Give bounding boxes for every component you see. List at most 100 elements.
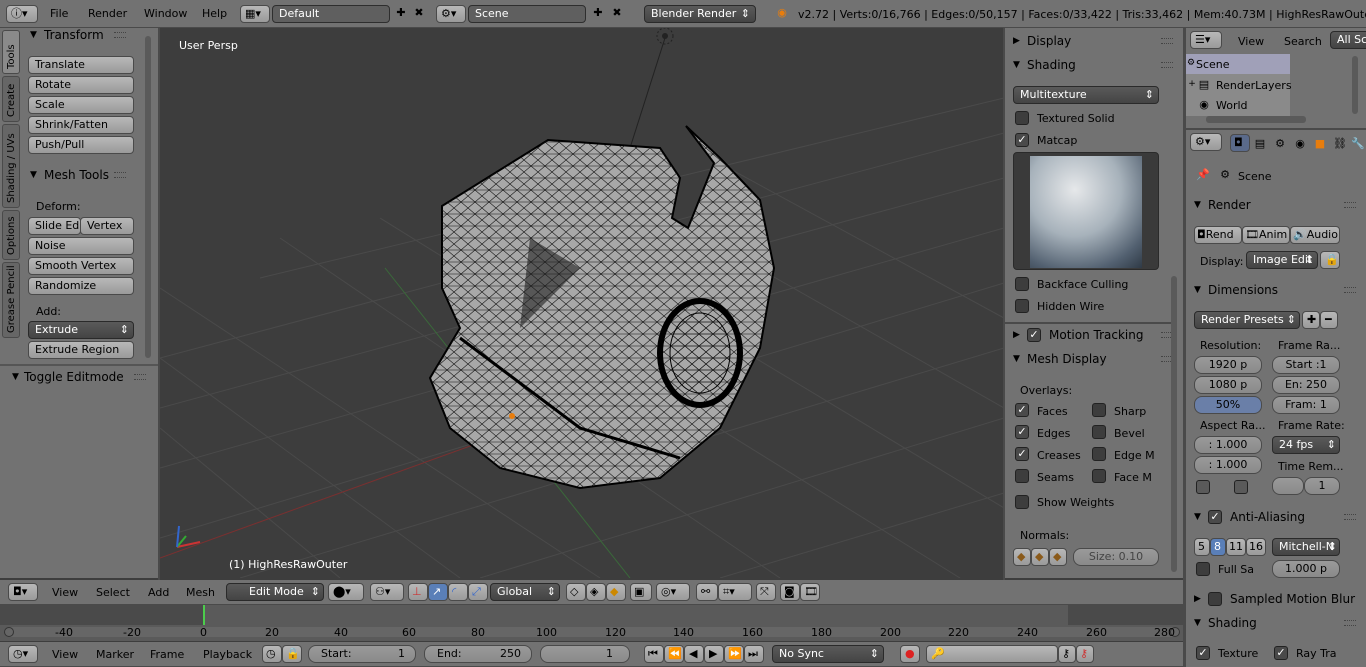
properties-editor-icon[interactable]: ⚙▾ — [1190, 133, 1222, 151]
tab-create[interactable]: Create — [2, 76, 20, 122]
motion-tracking-checkbox[interactable]: ✓ — [1027, 328, 1041, 342]
timeline-scrollbar[interactable] — [4, 627, 1180, 637]
marker-menu[interactable]: Marker — [96, 648, 134, 661]
keying-set-select[interactable]: 🔑 — [926, 645, 1058, 663]
view-menu[interactable]: View — [52, 586, 78, 599]
tab-options[interactable]: Options — [2, 210, 20, 260]
outliner-vscrollbar[interactable] — [1352, 56, 1358, 114]
edges-checkbox[interactable]: ✓ — [1015, 425, 1029, 439]
constraints-tab-icon[interactable]: ⛓ — [1332, 137, 1348, 150]
translate-manipulator[interactable]: ↗ — [428, 583, 448, 601]
viewport-3d[interactable]: User Persp (1) HighResRawOuter — [160, 28, 1004, 578]
shading-mode-select[interactable]: Multitexture ⇕ — [1013, 86, 1159, 104]
render-display-select[interactable]: Image Edit ⇕ — [1246, 251, 1318, 269]
extrude-select[interactable]: Extrude ⇕ — [28, 321, 134, 339]
snap-toggle[interactable]: ⚯ — [696, 583, 718, 601]
remove-preset-button[interactable]: ━ — [1320, 311, 1338, 329]
normals-vertex-button[interactable]: ◆ — [1013, 548, 1031, 566]
end-frame-field[interactable]: End: 250 — [424, 645, 532, 663]
textured-solid-checkbox[interactable] — [1015, 111, 1029, 125]
extrude-region-button[interactable]: Extrude Region — [28, 341, 134, 359]
add-preset-button[interactable]: ✚ — [1302, 311, 1320, 329]
current-frame-indicator[interactable] — [203, 605, 205, 625]
render-opengl-anim[interactable]: 🎞 — [800, 583, 820, 601]
dimensions-panel-header[interactable]: ▼ Dimensions — [1186, 279, 1366, 301]
render-audio-button[interactable]: 🔊Audio — [1290, 226, 1340, 244]
remove-layout-icon[interactable]: ✖ — [412, 6, 426, 19]
translate-button[interactable]: Translate — [28, 56, 134, 74]
scene-tab-icon[interactable]: ⚙ — [1272, 137, 1288, 150]
drag-grip-icon[interactable] — [1344, 514, 1356, 520]
aspect-x-field[interactable]: : 1.000 — [1194, 436, 1262, 454]
object-tab-icon[interactable]: ■ — [1312, 137, 1328, 150]
jump-end-button[interactable]: ⏭ — [744, 645, 764, 663]
lock-time-cursor-icon[interactable]: 🔒 — [282, 645, 302, 663]
add-layout-icon[interactable]: ✚ — [394, 6, 408, 19]
edge-select-mode[interactable]: ◈ — [586, 583, 606, 601]
aa-samples-5[interactable]: 5 — [1194, 538, 1210, 556]
render-anim-button[interactable]: 🎞Anim — [1242, 226, 1290, 244]
smooth-vertex-button[interactable]: Smooth Vertex — [28, 257, 134, 275]
drag-grip-icon[interactable] — [1344, 620, 1356, 626]
preview-range-toggle[interactable]: ◷ — [262, 645, 282, 663]
vertex-slide-button[interactable]: Vertex — [80, 217, 134, 235]
timeline-area[interactable] — [0, 605, 1186, 641]
backface-culling-checkbox[interactable] — [1015, 277, 1029, 291]
aa-samples-16[interactable]: 16 — [1246, 538, 1266, 556]
proportional-editing-select[interactable]: ◎▾ — [656, 583, 690, 601]
aspect-y-field[interactable]: : 1.000 — [1194, 456, 1262, 474]
tab-grease-pencil[interactable]: Grease Pencil — [2, 262, 20, 338]
faces-checkbox[interactable]: ✓ — [1015, 403, 1029, 417]
render-context-tab[interactable]: ◘ — [1230, 134, 1250, 152]
scene-field[interactable]: Scene — [468, 5, 586, 23]
drag-grip-icon[interactable] — [134, 374, 146, 380]
normals-loop-button[interactable]: ◆ — [1031, 548, 1049, 566]
limit-selection-visible[interactable]: ▣ — [630, 583, 652, 601]
toggle-editmode-header[interactable]: ▼ Toggle Editmode — [0, 366, 156, 388]
face-m-checkbox[interactable] — [1092, 469, 1106, 483]
noise-button[interactable]: Noise — [28, 237, 134, 255]
tool-shelf-scrollbar[interactable] — [145, 36, 151, 358]
play-button[interactable]: ▶ — [704, 645, 724, 663]
manipulator-toggle[interactable]: ⊥ — [408, 583, 428, 601]
ray-trace-checkbox[interactable]: ✓ — [1274, 646, 1288, 660]
jump-start-button[interactable]: ⏮ — [644, 645, 664, 663]
timeline-view-menu[interactable]: View — [52, 648, 78, 661]
anti-aliasing-header[interactable]: ▼ ✓ Anti-Aliasing — [1186, 506, 1366, 528]
render-panel-header[interactable]: ▼ Render — [1186, 194, 1366, 216]
scale-manipulator[interactable]: ⤢ — [468, 583, 488, 601]
remove-scene-icon[interactable]: ✖ — [610, 6, 624, 19]
snap-options-button[interactable]: ⤧ — [756, 583, 776, 601]
drag-grip-icon[interactable] — [1161, 38, 1173, 44]
drag-grip-icon[interactable] — [1161, 62, 1173, 68]
scene-icon-button[interactable]: ⚙▾ — [436, 5, 466, 23]
outliner-search-menu[interactable]: Search — [1284, 35, 1322, 48]
frame-end-field[interactable]: En: 250 — [1272, 376, 1340, 394]
push-pull-button[interactable]: Push/Pull — [28, 136, 134, 154]
outliner-display-select[interactable]: All Sc — [1330, 31, 1366, 49]
bevel-checkbox[interactable] — [1092, 425, 1106, 439]
creases-checkbox[interactable]: ✓ — [1015, 447, 1029, 461]
frame-rate-select[interactable]: 24 fps ⇕ — [1272, 436, 1340, 454]
tab-shading-uvs[interactable]: Shading / UVs — [2, 124, 20, 208]
outliner-item-world[interactable]: World — [1216, 99, 1248, 112]
snap-element-select[interactable]: ⌗▾ — [718, 583, 752, 601]
drag-grip-icon[interactable] — [114, 32, 126, 38]
pivot-point-select[interactable]: ⚇▾ — [370, 583, 404, 601]
insert-keyframe-button[interactable]: ⚷ — [1058, 645, 1076, 663]
play-reverse-button[interactable]: ◀ — [684, 645, 704, 663]
layout-field[interactable]: Default — [272, 5, 390, 23]
delete-keyframe-button[interactable]: ⚷ — [1076, 645, 1094, 663]
show-weights-checkbox[interactable] — [1015, 495, 1029, 509]
frame-start-field[interactable]: Start :1 — [1272, 356, 1340, 374]
transform-panel-header[interactable]: ▼ Transform — [22, 24, 136, 46]
panel-scrollbar[interactable] — [1171, 276, 1177, 572]
matcap-checkbox[interactable]: ✓ — [1015, 133, 1029, 147]
prev-keyframe-button[interactable]: ⏪ — [664, 645, 684, 663]
outliner-editor-icon[interactable]: ☰▾ — [1190, 31, 1222, 49]
mode-select[interactable]: Edit Mode ⇕ — [226, 583, 324, 601]
select-menu[interactable]: Select — [96, 586, 130, 599]
frame-menu[interactable]: Frame — [150, 648, 184, 661]
world-tab-icon[interactable]: ◉ — [1292, 137, 1308, 150]
render-still-button[interactable]: ◘Rend — [1194, 226, 1242, 244]
